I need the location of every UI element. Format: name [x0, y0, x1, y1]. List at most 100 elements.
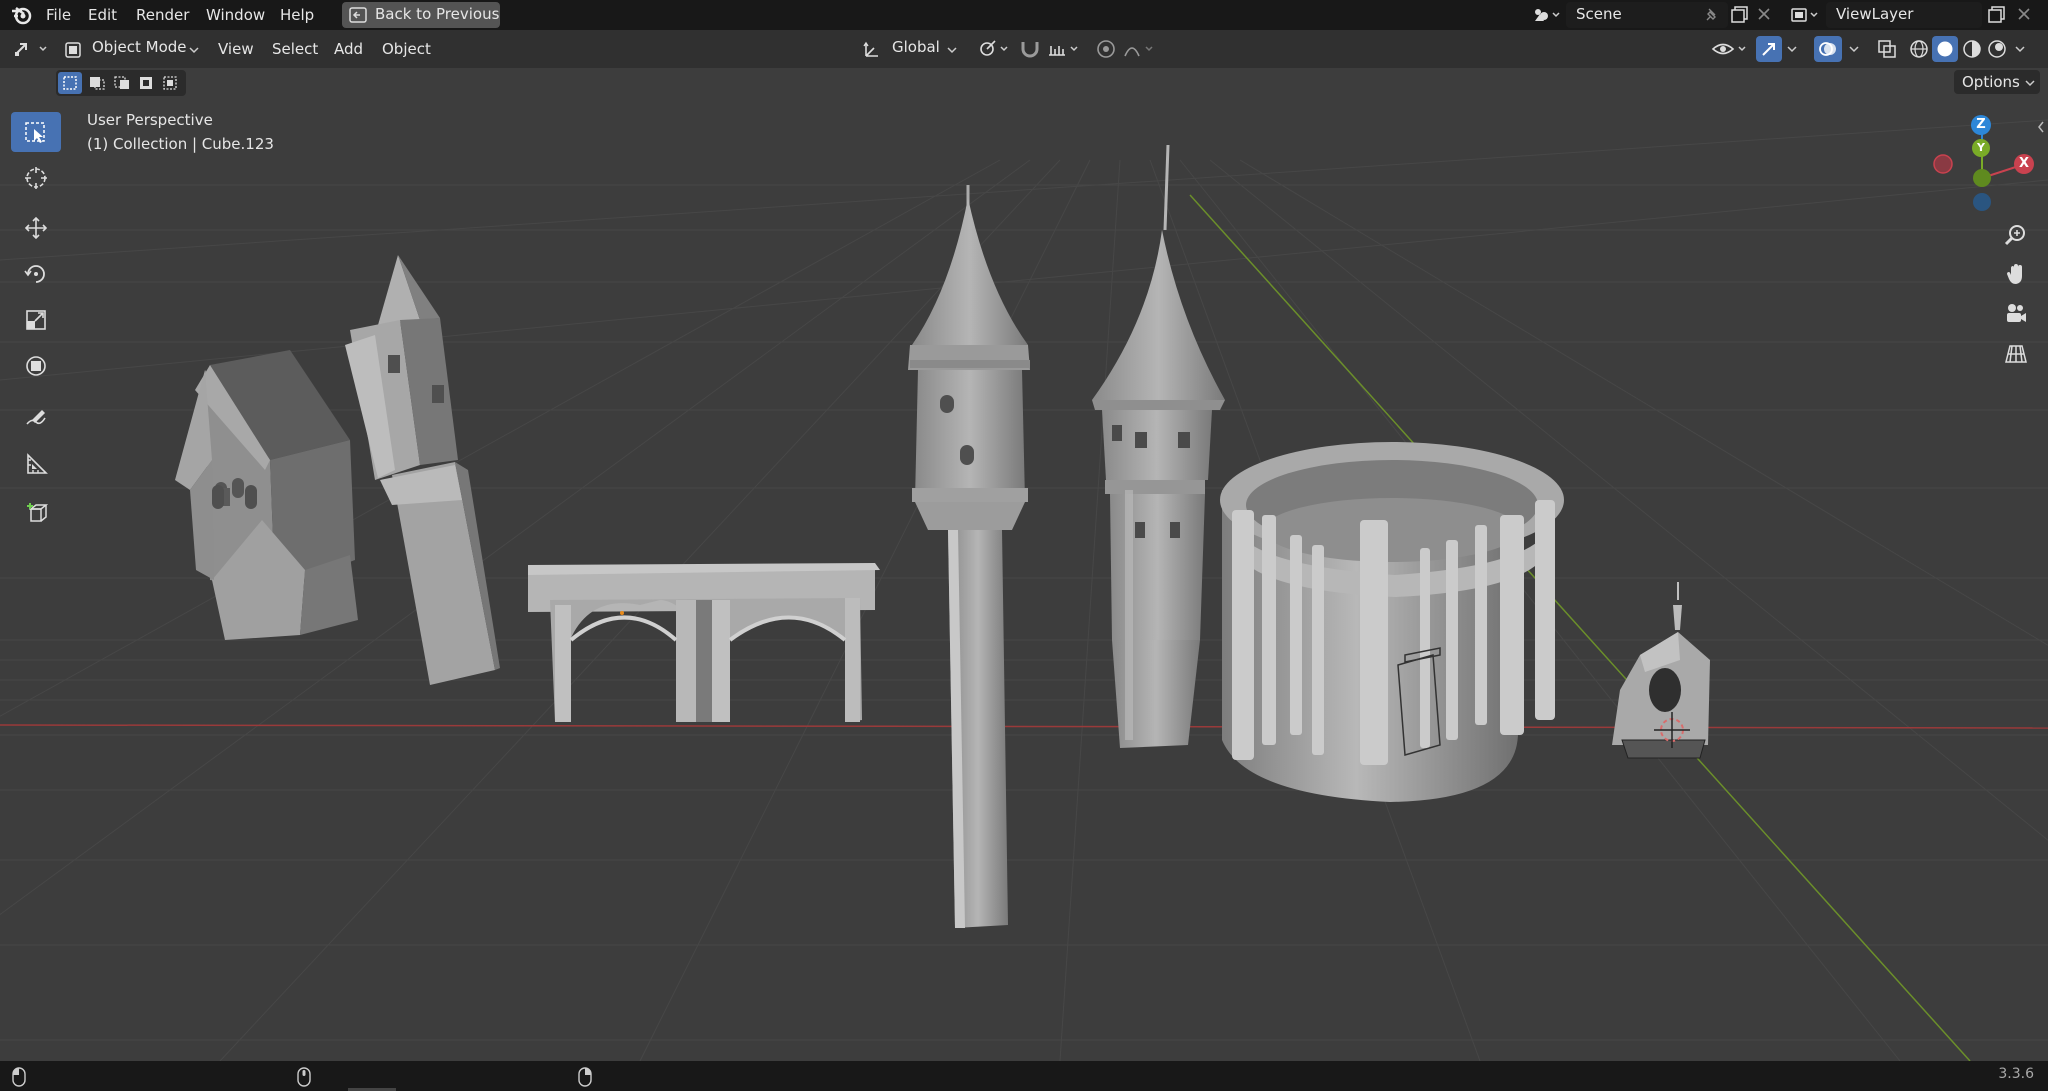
overlay-toggle-button[interactable] — [1814, 36, 1842, 62]
visibility-eye-icon[interactable] — [1710, 38, 1750, 60]
view-layer-icon — [1791, 8, 1818, 22]
camera-view-button[interactable] — [1998, 296, 2034, 332]
scene-icon — [1535, 9, 1560, 21]
leaning-tower-model[interactable] — [345, 255, 500, 685]
chevron-down-icon[interactable] — [1848, 44, 1860, 54]
snap-magnet-icon[interactable] — [1018, 38, 1042, 60]
gizmo-toggle-button[interactable] — [1756, 36, 1782, 62]
menu-file[interactable]: File — [38, 3, 79, 27]
x-axis-line — [0, 724, 2048, 729]
annotate-pencil-icon — [26, 410, 46, 425]
menu-object[interactable]: Object — [376, 38, 437, 60]
view-layer-type-button[interactable] — [1786, 2, 1824, 28]
top-menu-bar: File Edit Render Window Help Back to Pre… — [0, 0, 2048, 30]
mouse-left-icon — [12, 1067, 26, 1087]
scene-name-field[interactable]: Scene — [1566, 2, 1728, 28]
annotate-tool[interactable] — [11, 398, 61, 438]
pan-view-button[interactable] — [1998, 256, 2034, 292]
chevron-down-icon — [947, 47, 957, 54]
gizmo-x-axis[interactable]: X — [2014, 154, 2034, 174]
mode-selector[interactable]: Object Mode — [60, 36, 204, 62]
mouse-right-icon — [578, 1067, 592, 1087]
move-icon — [24, 216, 48, 240]
solid-shading-button[interactable] — [1932, 36, 1958, 62]
scale-icon — [26, 310, 46, 330]
transform-orientation-selector[interactable]: Global — [860, 36, 962, 62]
viewport-collection-label: (1) Collection | Cube.123 — [87, 135, 274, 153]
move-tool[interactable] — [11, 208, 61, 248]
back-arrow-icon — [349, 7, 367, 23]
snap-increment-icon[interactable] — [1046, 38, 1082, 60]
menu-select[interactable]: Select — [266, 38, 324, 60]
xray-toggle-icon[interactable] — [1876, 38, 1898, 60]
material-preview-icon[interactable] — [1961, 38, 1983, 60]
back-to-previous-label: Back to Previous — [375, 5, 500, 23]
cursor-tool[interactable] — [11, 158, 61, 198]
status-bar: 3.3.6 — [0, 1061, 2048, 1091]
transform-tool[interactable] — [11, 346, 61, 386]
chevron-down-icon — [189, 47, 199, 54]
arch-bridge-model[interactable] — [528, 563, 880, 722]
wireframe-shading-icon[interactable] — [1908, 38, 1930, 60]
octagonal-tower-model[interactable] — [1092, 144, 1225, 748]
back-to-previous-button[interactable]: Back to Previous — [342, 2, 500, 28]
panel-expand-chevron-icon[interactable] — [2036, 120, 2046, 134]
tall-tower-model[interactable] — [908, 185, 1030, 928]
scene-name: Scene — [1576, 5, 1622, 23]
add-cube-icon — [27, 503, 49, 522]
pivot-point-icon[interactable] — [976, 38, 1012, 60]
select-new-button[interactable] — [58, 72, 82, 94]
select-mode-group — [56, 70, 186, 96]
new-view-layer-icon[interactable] — [1988, 6, 2006, 24]
transform-axes-icon — [863, 41, 878, 57]
select-invert-icon[interactable] — [138, 75, 156, 91]
chevron-down-icon — [2025, 80, 2035, 87]
select-subtract-icon[interactable] — [113, 75, 131, 91]
delete-view-layer-icon[interactable] — [2017, 7, 2031, 21]
add-cube-tool[interactable] — [11, 492, 61, 532]
rendered-shading-icon[interactable] — [1986, 38, 2008, 60]
zoom-view-button[interactable] — [1998, 217, 2034, 253]
menu-add[interactable]: Add — [328, 38, 369, 60]
select-intersect-icon[interactable] — [162, 75, 180, 91]
select-box-tool[interactable] — [11, 112, 61, 152]
editor-type-icon[interactable] — [12, 38, 52, 60]
menu-view[interactable]: View — [212, 38, 260, 60]
view-layer-field[interactable]: ViewLayer — [1826, 2, 1982, 28]
round-keep-model[interactable] — [1220, 442, 1564, 802]
scene-type-button[interactable] — [1528, 2, 1564, 28]
pin-icon[interactable] — [1704, 7, 1720, 23]
perspective-grid-icon — [2005, 345, 2027, 363]
falloff-curve-icon[interactable] — [1122, 38, 1158, 60]
viewport[interactable] — [0, 0, 2048, 1091]
ortho-toggle-button[interactable] — [1998, 336, 2034, 372]
menu-window[interactable]: Window — [198, 3, 273, 27]
menu-help[interactable]: Help — [272, 3, 322, 27]
zoom-icon — [2004, 225, 2025, 246]
tool-shelf — [8, 108, 64, 538]
menu-edit[interactable]: Edit — [80, 3, 125, 27]
rotate-tool[interactable] — [11, 254, 61, 294]
gizmo-z-axis[interactable]: Z — [1971, 115, 1991, 135]
scale-tool[interactable] — [11, 300, 61, 340]
menu-render[interactable]: Render — [128, 3, 197, 27]
new-scene-icon[interactable] — [1731, 6, 1749, 24]
cursor-icon — [25, 167, 47, 189]
transform-icon — [26, 356, 46, 376]
gizmo-y-axis[interactable]: Y — [1972, 139, 1990, 157]
chevron-down-icon[interactable] — [1786, 44, 1798, 54]
hand-pan-icon — [2007, 264, 2022, 284]
measure-tool[interactable] — [11, 444, 61, 484]
proportional-edit-icon[interactable] — [1094, 38, 1118, 60]
options-dropdown[interactable]: Options — [1954, 70, 2040, 94]
mode-label: Object Mode — [92, 38, 187, 56]
chevron-down-icon[interactable] — [2014, 44, 2026, 54]
object-mode-icon — [65, 42, 81, 58]
solid-shading-icon — [1937, 41, 1953, 57]
delete-scene-icon[interactable] — [1757, 7, 1771, 21]
house-model[interactable] — [175, 350, 358, 640]
select-extend-icon[interactable] — [88, 75, 106, 91]
blender-logo-icon[interactable] — [10, 5, 34, 25]
small-chapel-model[interactable] — [1612, 582, 1710, 759]
options-label: Options — [1962, 73, 2020, 91]
